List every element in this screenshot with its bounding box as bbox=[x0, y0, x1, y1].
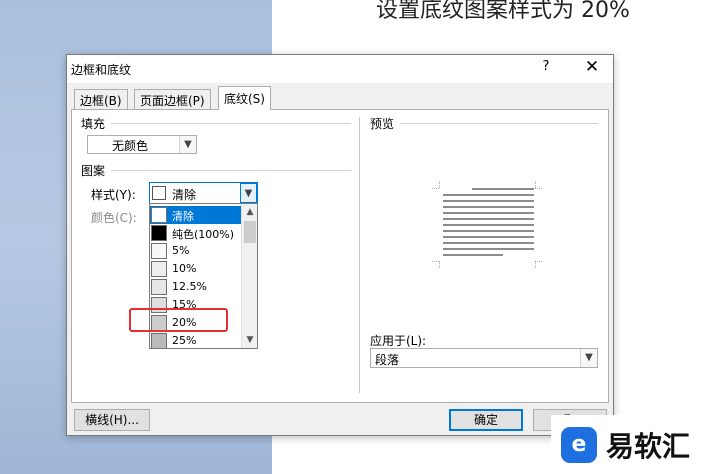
ok-button[interactable]: 确定 bbox=[449, 409, 523, 431]
list-item[interactable]: 10% bbox=[150, 260, 242, 278]
watermark-text: 易软汇 bbox=[606, 430, 691, 463]
list-item[interactable]: 12.5% bbox=[150, 278, 242, 296]
pattern-swatch bbox=[151, 243, 167, 259]
document-caption: 设置底纹图案样式为 20% bbox=[376, 0, 630, 23]
listbox-scrollbar[interactable]: ▲ ▼ bbox=[241, 204, 257, 348]
pattern-swatch bbox=[151, 207, 167, 223]
apply-to-dropdown[interactable]: 段落 ▼ bbox=[370, 348, 598, 368]
fill-group-label: 填充 bbox=[81, 117, 106, 131]
style-swatch bbox=[152, 186, 166, 200]
column-divider bbox=[359, 117, 360, 393]
preview-line bbox=[443, 224, 534, 226]
corner-mark-icon bbox=[535, 261, 543, 269]
preview-line bbox=[443, 254, 503, 256]
preview-line bbox=[472, 188, 534, 190]
pattern-style-dropdown[interactable]: 清除 ▼ bbox=[149, 182, 258, 204]
pattern-separator bbox=[111, 170, 351, 171]
list-item[interactable]: 纯色(100%) bbox=[150, 224, 242, 242]
corner-mark-icon bbox=[432, 261, 440, 269]
list-item-label: 纯色(100%) bbox=[172, 228, 235, 241]
list-item-label: 25% bbox=[172, 334, 197, 347]
pattern-swatch bbox=[151, 279, 167, 295]
preview-line bbox=[443, 194, 534, 196]
list-item-label: 12.5% bbox=[172, 280, 207, 293]
annotation-highlight-box bbox=[129, 308, 228, 332]
chevron-down-icon[interactable]: ▼ bbox=[179, 136, 196, 153]
preview-label: 预览 bbox=[370, 117, 395, 131]
horizontal-line-button[interactable]: 横线(H)... bbox=[74, 409, 150, 431]
chevron-down-icon[interactable]: ▼ bbox=[240, 183, 257, 203]
tab-shading[interactable]: 底纹(S) bbox=[218, 86, 271, 110]
close-button[interactable]: ✕ bbox=[579, 57, 605, 79]
fill-color-dropdown[interactable]: 无颜色 ▼ bbox=[87, 135, 197, 154]
list-item[interactable]: 清除 bbox=[150, 206, 242, 224]
fill-separator bbox=[111, 123, 351, 124]
list-item-label: 5% bbox=[172, 244, 190, 257]
preview-line bbox=[443, 230, 534, 232]
chevron-down-icon[interactable]: ▼ bbox=[242, 332, 257, 348]
preview-line bbox=[443, 200, 534, 202]
scroll-thumb[interactable] bbox=[244, 221, 256, 243]
list-item-label: 10% bbox=[172, 262, 197, 275]
fill-color-value: 无颜色 bbox=[112, 139, 149, 153]
pattern-style-value: 清除 bbox=[172, 188, 197, 202]
preview-line bbox=[443, 218, 534, 220]
watermark-logo-icon: e bbox=[561, 427, 597, 463]
preview-line bbox=[443, 206, 534, 208]
preview-line bbox=[443, 248, 534, 250]
tab-borders[interactable]: 边框(B) bbox=[74, 89, 128, 109]
chevron-up-icon[interactable]: ▲ bbox=[242, 204, 257, 220]
list-item[interactable]: 5% bbox=[150, 242, 242, 260]
color-label: 颜色(C): bbox=[91, 211, 137, 225]
preview-separator bbox=[400, 123, 598, 124]
style-label: 样式(Y): bbox=[91, 188, 136, 202]
corner-mark-icon bbox=[432, 181, 440, 189]
help-button[interactable]: ? bbox=[535, 59, 557, 79]
dialog-titlebar: 边框和底纹 ? ✕ bbox=[67, 55, 613, 83]
preview-line bbox=[443, 236, 534, 238]
watermark: e 易软汇 bbox=[551, 415, 723, 474]
pattern-group-label: 图案 bbox=[81, 164, 106, 178]
tab-page-borders[interactable]: 页面边框(P) bbox=[134, 89, 211, 109]
preview-line bbox=[443, 212, 534, 214]
chevron-down-icon[interactable]: ▼ bbox=[580, 349, 597, 367]
dialog-title: 边框和底纹 bbox=[71, 63, 132, 77]
corner-mark-icon bbox=[535, 181, 543, 189]
list-item[interactable]: 25% bbox=[150, 332, 242, 348]
pattern-swatch bbox=[151, 225, 167, 241]
pattern-swatch bbox=[151, 333, 167, 348]
preview-sample bbox=[432, 173, 562, 273]
pattern-swatch bbox=[151, 261, 167, 277]
apply-to-value: 段落 bbox=[375, 353, 400, 367]
list-item-label: 清除 bbox=[172, 210, 194, 223]
apply-to-label: 应用于(L): bbox=[370, 334, 427, 348]
borders-shading-dialog: 边框和底纹 ? ✕ 边框(B) 页面边框(P) 底纹(S) 填充 无颜色 ▼ 图… bbox=[66, 54, 614, 436]
preview-line bbox=[443, 242, 534, 244]
